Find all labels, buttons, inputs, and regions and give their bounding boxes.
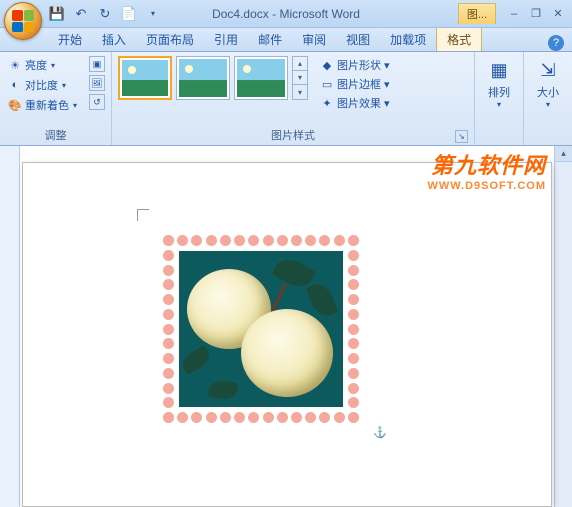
style-thumb-1[interactable] [118,56,172,100]
picture-border-button[interactable]: ▭图片边框▾ [318,75,392,93]
undo-button[interactable]: ↶ [72,5,90,23]
reset-picture-button[interactable]: ↺ [89,94,105,110]
gallery-up-button[interactable]: ▴ [293,57,307,71]
document-area: ▴ ⚓ [0,146,572,507]
tab-addins[interactable]: 加载项 [380,27,436,51]
new-doc-button[interactable]: 📄 [120,5,138,23]
tab-review[interactable]: 审阅 [292,27,336,51]
vertical-ruler[interactable] [0,146,20,507]
picture-shape-label: 图片形状 [337,57,381,73]
picture-effects-label: 图片效果 [337,95,381,111]
contrast-label: 对比度 [25,77,58,93]
group-size-spacer [530,129,566,145]
picture-border-label: 图片边框 [337,76,381,92]
window-title: Doc4.docx - Microsoft Word [212,7,360,21]
styles-launcher-button[interactable]: ↘ [455,130,468,143]
contrast-button[interactable]: ◐对比度▾ [6,76,79,94]
style-thumb-3[interactable] [234,56,288,100]
picture-effects-button[interactable]: ✦图片效果▾ [318,94,392,112]
tab-references[interactable]: 引用 [204,27,248,51]
ribbon-tabs: 开始 插入 页面布局 引用 邮件 审阅 视图 加载项 格式 ? [0,28,572,52]
recolor-label: 重新着色 [25,97,69,113]
gallery-scroll: ▴ ▾ ▾ [292,56,308,100]
group-adjust: ☀亮度▾ ◐对比度▾ 🎨重新着色▾ ▣ 🖼 ↺ 调整 [0,52,112,145]
compress-pictures-button[interactable]: ▣ [89,56,105,72]
group-arrange: ▦ 排列 ▾ [475,52,524,145]
redo-button[interactable]: ↻ [96,5,114,23]
group-size: ⇲ 大小 ▾ [524,52,572,145]
recolor-button[interactable]: 🎨重新着色▾ [6,96,79,114]
arrange-button[interactable]: ▦ 排列 ▾ [481,56,517,111]
margin-corner-icon [137,209,149,221]
scroll-up-button[interactable]: ▴ [555,146,572,162]
size-button[interactable]: ⇲ 大小 ▾ [530,56,566,111]
page[interactable]: ⚓ [22,162,552,507]
contextual-tab-label: 图... [458,3,496,24]
tab-insert[interactable]: 插入 [92,27,136,51]
picture-shape-button[interactable]: ◆图片形状▾ [318,56,392,74]
picture-shape-icon: ◆ [320,58,334,72]
brightness-label: 亮度 [25,57,47,73]
tab-format[interactable]: 格式 [436,26,482,51]
anchor-icon: ⚓ [373,426,387,439]
tab-mail[interactable]: 邮件 [248,27,292,51]
minimize-button[interactable]: – [504,6,524,22]
size-icon: ⇲ [536,58,560,82]
ribbon: ☀亮度▾ ◐对比度▾ 🎨重新着色▾ ▣ 🖼 ↺ 调整 ▴ ▾ ▾ [0,52,572,146]
qat-customize-icon[interactable]: ▾ [144,5,162,23]
picture-effects-icon: ✦ [320,96,334,110]
help-button[interactable]: ? [548,35,564,51]
arrange-icon: ▦ [487,58,511,82]
gallery-more-button[interactable]: ▾ [293,85,307,99]
office-logo-icon [12,10,34,32]
picture-border-icon: ▭ [320,77,334,91]
style-gallery: ▴ ▾ ▾ [118,56,308,100]
tab-view[interactable]: 视图 [336,27,380,51]
save-button[interactable]: 💾 [48,5,66,23]
recolor-icon: 🎨 [8,98,22,112]
quick-access-toolbar: 💾 ↶ ↻ 📄 ▾ [48,5,162,23]
gallery-down-button[interactable]: ▾ [293,71,307,85]
selected-picture[interactable]: ⚓ [151,223,371,435]
close-button[interactable]: ✕ [548,6,568,22]
tab-home[interactable]: 开始 [48,27,92,51]
tab-layout[interactable]: 页面布局 [136,27,204,51]
group-adjust-label: 调整 [6,125,105,145]
change-picture-button[interactable]: 🖼 [89,75,105,91]
brightness-button[interactable]: ☀亮度▾ [6,56,79,74]
rose-image [179,251,343,407]
vertical-scrollbar[interactable]: ▴ [554,146,572,507]
arrange-label: 排列 [488,84,510,100]
style-thumb-2[interactable] [176,56,230,100]
group-styles-label: 图片样式↘ [118,125,468,145]
contrast-icon: ◐ [8,78,22,92]
group-picture-styles: ▴ ▾ ▾ ◆图片形状▾ ▭图片边框▾ ✦图片效果▾ 图片样式↘ [112,52,475,145]
restore-button[interactable]: ❐ [526,6,546,22]
group-arrange-spacer [481,129,517,145]
brightness-icon: ☀ [8,58,22,72]
size-label: 大小 [537,84,559,100]
office-button[interactable] [4,2,42,40]
title-bar: 💾 ↶ ↻ 📄 ▾ Doc4.docx - Microsoft Word 图..… [0,0,572,28]
